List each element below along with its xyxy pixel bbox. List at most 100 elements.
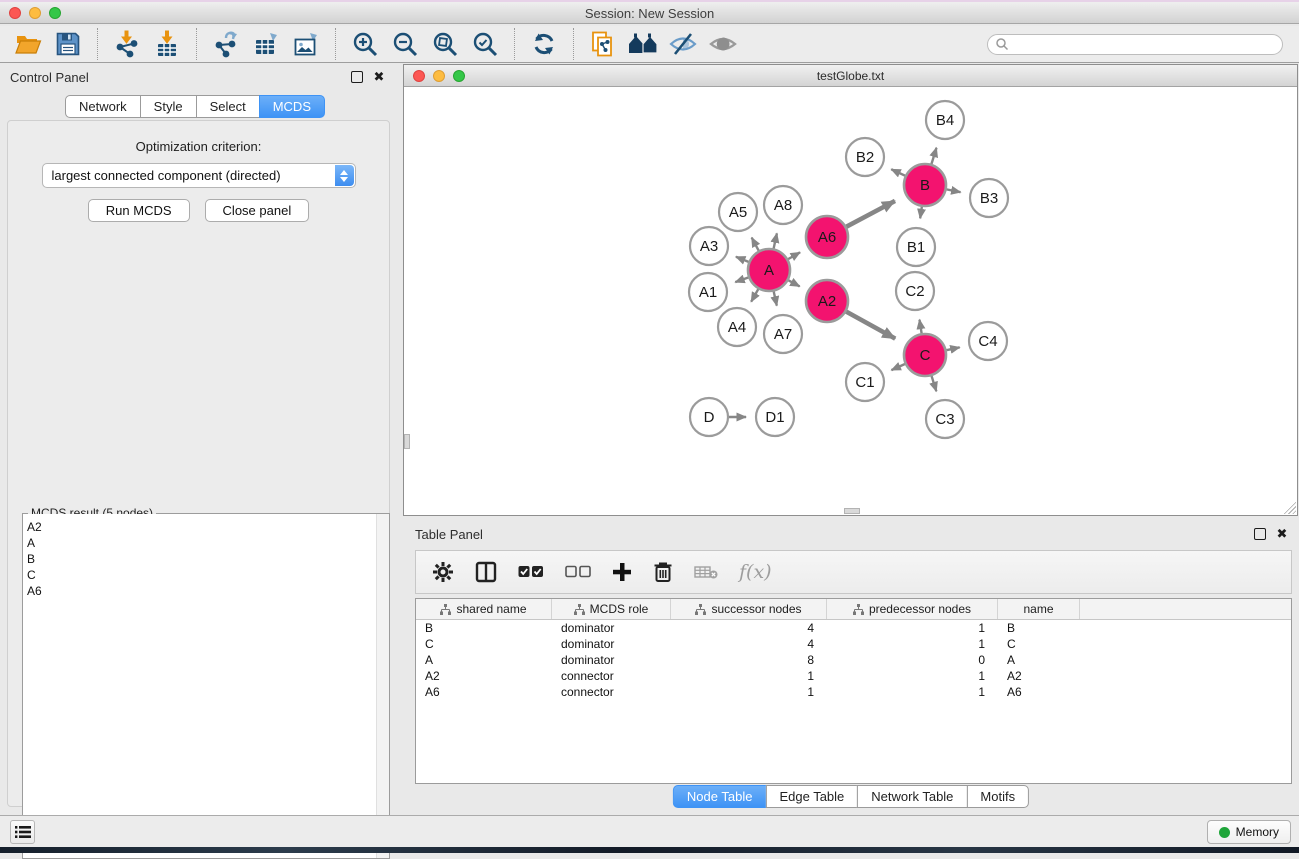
show-graphics-details-icon[interactable] [707,28,739,60]
table-row[interactable]: A6connector11A6 [416,684,1291,700]
table-tab-edge-table[interactable]: Edge Table [765,785,858,808]
table-settings-gear-icon[interactable] [432,561,454,583]
network-window-titlebar[interactable]: testGlobe.txt [404,65,1297,87]
zoom-out-icon[interactable] [389,28,421,60]
column-header-shared-name[interactable]: shared name [416,599,552,619]
graph-node-A2[interactable]: A2 [806,280,848,322]
export-image-icon[interactable] [290,28,322,60]
tab-network[interactable]: Network [65,95,141,118]
graph-edge-A2-C[interactable] [846,312,895,339]
graph-edge-A-A8[interactable] [774,233,777,248]
search-input[interactable] [1009,36,1282,52]
graph-edge-B-B1[interactable] [920,207,922,219]
graph-node-A5[interactable]: A5 [719,193,757,231]
graph-node-B2[interactable]: B2 [846,138,884,176]
mcds-result-item[interactable]: A6 [23,583,389,599]
graph-edge-C-C2[interactable] [919,320,921,334]
table-row[interactable]: Adominator80A [416,652,1291,668]
task-history-button[interactable] [10,820,35,844]
import-network-icon[interactable] [111,28,143,60]
table-row[interactable]: Cdominator41C [416,636,1291,652]
open-file-icon[interactable] [12,28,44,60]
graph-edge-A-A4[interactable] [751,289,758,302]
tab-mcds[interactable]: MCDS [259,95,325,118]
graph-node-A[interactable]: A [748,249,790,291]
close-panel-icon[interactable]: ✖ [373,71,385,83]
close-panel-button[interactable]: Close panel [205,199,310,222]
graph-edge-A6-B[interactable] [846,201,895,227]
function-builder-icon[interactable]: f(x) [739,561,772,583]
table-tab-motifs[interactable]: Motifs [966,785,1029,808]
float-panel-icon[interactable] [351,71,363,83]
graph-edge-B-B3[interactable] [947,189,961,192]
refresh-icon[interactable] [528,28,560,60]
column-header-name[interactable]: name [998,599,1080,619]
network-canvas[interactable]: B4 B2 B B3 A8A5 A6 A3 B1 A C2 A1 A2 A4A7 C4 C C1 D D1 C3 [404,87,1297,515]
export-network-icon[interactable] [210,28,242,60]
graph-edge-C-C1[interactable] [891,364,904,370]
run-mcds-button[interactable]: Run MCDS [88,199,190,222]
graph-node-C1[interactable]: C1 [846,363,884,401]
graph-edge-A-A5[interactable] [752,238,759,251]
copy-network-style-icon[interactable] [587,28,619,60]
graph-edge-A-A2[interactable] [788,280,799,286]
result-list-scrollbar[interactable] [376,514,389,858]
column-header-MCDS-role[interactable]: MCDS role [552,599,671,619]
graph-edge-A-A7[interactable] [774,291,777,305]
column-header-predecessor-nodes[interactable]: predecessor nodes [827,599,998,619]
hide-graphics-details-icon[interactable] [667,28,699,60]
tab-select[interactable]: Select [196,95,260,118]
graph-edge-C-C3[interactable] [932,376,937,391]
table-row[interactable]: Bdominator41B [416,620,1291,636]
show-columns-icon[interactable] [518,565,544,579]
graph-node-B[interactable]: B [904,164,946,206]
save-session-icon[interactable] [52,28,84,60]
graph-node-B3[interactable]: B3 [970,179,1008,217]
mcds-result-item[interactable]: A2 [23,519,389,535]
criterion-dropdown[interactable]: largest connected component (directed) [42,163,356,188]
graph-edge-B-B2[interactable] [891,169,905,175]
graph-edge-C-C4[interactable] [946,347,959,350]
mcds-result-item[interactable]: C [23,567,389,583]
graph-node-B1[interactable]: B1 [897,228,935,266]
graph-node-D[interactable]: D [690,398,728,436]
mcds-result-list[interactable]: A2ABCA6 [23,514,389,858]
graph-node-A8[interactable]: A8 [764,186,802,224]
zoom-selected-icon[interactable] [469,28,501,60]
tab-style[interactable]: Style [140,95,197,118]
graph-node-C3[interactable]: C3 [926,400,964,438]
graph-edge-A-A1[interactable] [735,277,748,282]
zoom-fit-icon[interactable] [429,28,461,60]
add-column-icon[interactable] [612,562,632,582]
graph-node-C4[interactable]: C4 [969,322,1007,360]
graph-node-C[interactable]: C [904,334,946,376]
graph-node-A7[interactable]: A7 [764,315,802,353]
graph-edge-B-B4[interactable] [931,148,936,164]
table-tab-node-table[interactable]: Node Table [673,785,767,808]
delete-columns-trash-icon[interactable] [653,561,673,583]
search-field[interactable] [987,34,1283,55]
mcds-result-item[interactable]: A [23,535,389,551]
graph-node-C2[interactable]: C2 [896,272,934,310]
graph-node-A3[interactable]: A3 [690,227,728,265]
mcds-result-item[interactable]: B [23,551,389,567]
close-table-panel-icon[interactable]: ✖ [1276,528,1288,540]
graph-edge-A-A6[interactable] [788,252,800,259]
column-header-successor-nodes[interactable]: successor nodes [671,599,827,619]
graph-node-A4[interactable]: A4 [718,308,756,346]
table-row[interactable]: A2connector11A2 [416,668,1291,684]
import-table-icon[interactable] [151,28,183,60]
delete-table-icon[interactable] [694,564,718,580]
vertical-scrollbar-thumb[interactable] [404,434,410,449]
zoom-in-icon[interactable] [349,28,381,60]
graph-node-B4[interactable]: B4 [926,101,964,139]
graph-node-A1[interactable]: A1 [689,273,727,311]
table-tab-network-table[interactable]: Network Table [857,785,967,808]
horizontal-scrollbar-thumb[interactable] [844,508,860,514]
graph-edge-A-A3[interactable] [736,257,749,262]
graph-node-D1[interactable]: D1 [756,398,794,436]
graph-node-A6[interactable]: A6 [806,216,848,258]
hide-columns-icon[interactable] [565,565,591,579]
home-icon[interactable] [627,28,659,60]
export-table-icon[interactable] [250,28,282,60]
